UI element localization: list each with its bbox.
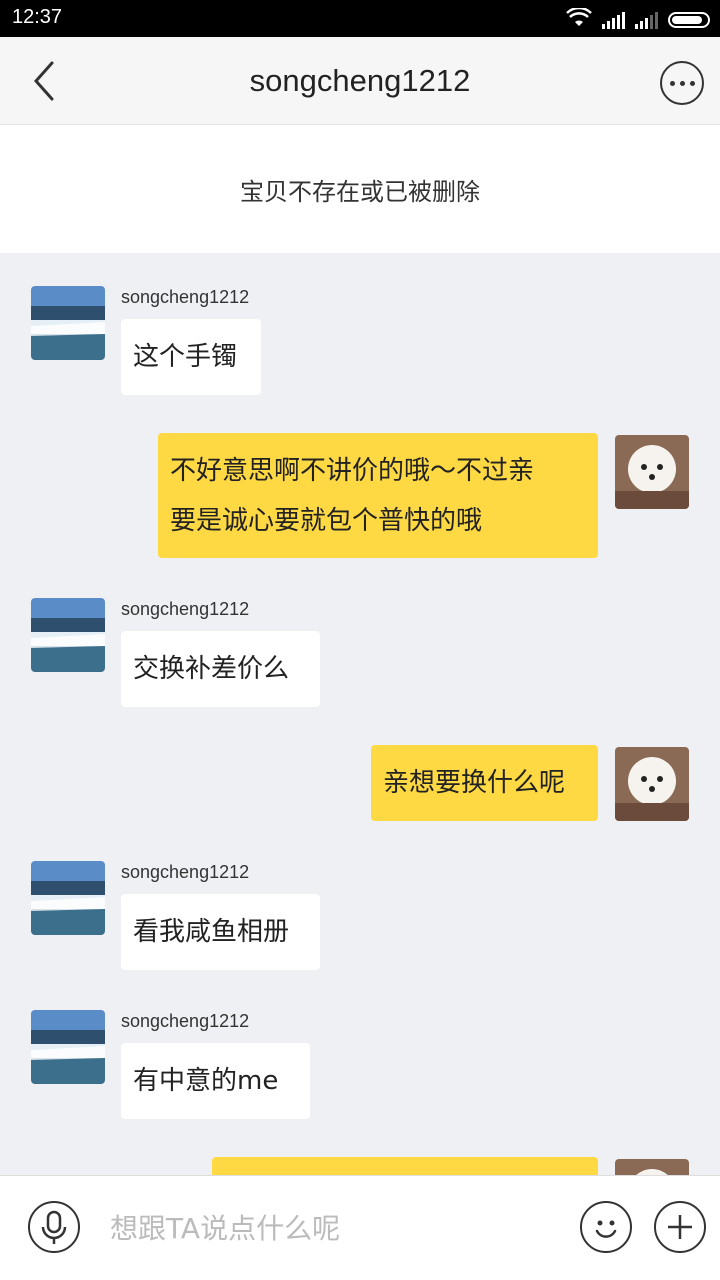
avatar[interactable] [615, 435, 689, 509]
signal-icon [635, 11, 658, 29]
more-actions-button[interactable] [654, 1201, 706, 1253]
avatar[interactable] [31, 861, 105, 935]
more-button[interactable] [660, 61, 704, 105]
message-bubble[interactable]: 这个手镯 [121, 319, 261, 395]
chat-list[interactable]: songcheng1212 这个手镯 不好意思啊不讲价的哦～不过亲 要是诚心要就… [0, 253, 720, 1175]
sender-name: songcheng1212 [121, 599, 250, 619]
sender-name: songcheng1212 [121, 1011, 250, 1031]
message-input[interactable] [110, 1206, 550, 1250]
microphone-icon [41, 1210, 67, 1244]
message-bubble[interactable]: 不好意思啊不讲价的哦～不过亲 要是诚心要就包个普快的哦 [158, 433, 598, 558]
message-bubble[interactable] [212, 1157, 598, 1175]
chat-header: songcheng1212 [0, 37, 720, 125]
plus-icon [668, 1215, 692, 1239]
item-notice[interactable]: 宝贝不存在或已被删除 [0, 125, 720, 253]
avatar[interactable] [31, 286, 105, 360]
more-dots-icon [669, 80, 675, 86]
avatar[interactable] [31, 1010, 105, 1084]
smiley-icon [595, 1220, 617, 1238]
sender-name: songcheng1212 [121, 862, 250, 882]
avatar[interactable] [615, 1159, 689, 1175]
wifi-icon [566, 6, 592, 32]
battery-icon [668, 12, 710, 28]
message-bubble[interactable]: 看我咸鱼相册 [121, 894, 320, 970]
status-bar: 12:37 [0, 0, 720, 37]
emoji-button[interactable] [580, 1201, 632, 1253]
message-bubble[interactable]: 亲想要换什么呢 [371, 745, 598, 821]
voice-button[interactable] [28, 1201, 80, 1253]
item-notice-text: 宝贝不存在或已被删除 [240, 177, 480, 206]
signal-icon [602, 11, 625, 29]
message-bubble[interactable]: 有中意的me [121, 1043, 310, 1119]
status-time: 12:37 [12, 6, 63, 28]
avatar[interactable] [615, 747, 689, 821]
input-bar [0, 1175, 720, 1280]
page-title: songcheng1212 [249, 63, 471, 98]
avatar[interactable] [31, 598, 105, 672]
message-bubble[interactable]: 交换补差价么 [121, 631, 320, 707]
sender-name: songcheng1212 [121, 287, 250, 307]
